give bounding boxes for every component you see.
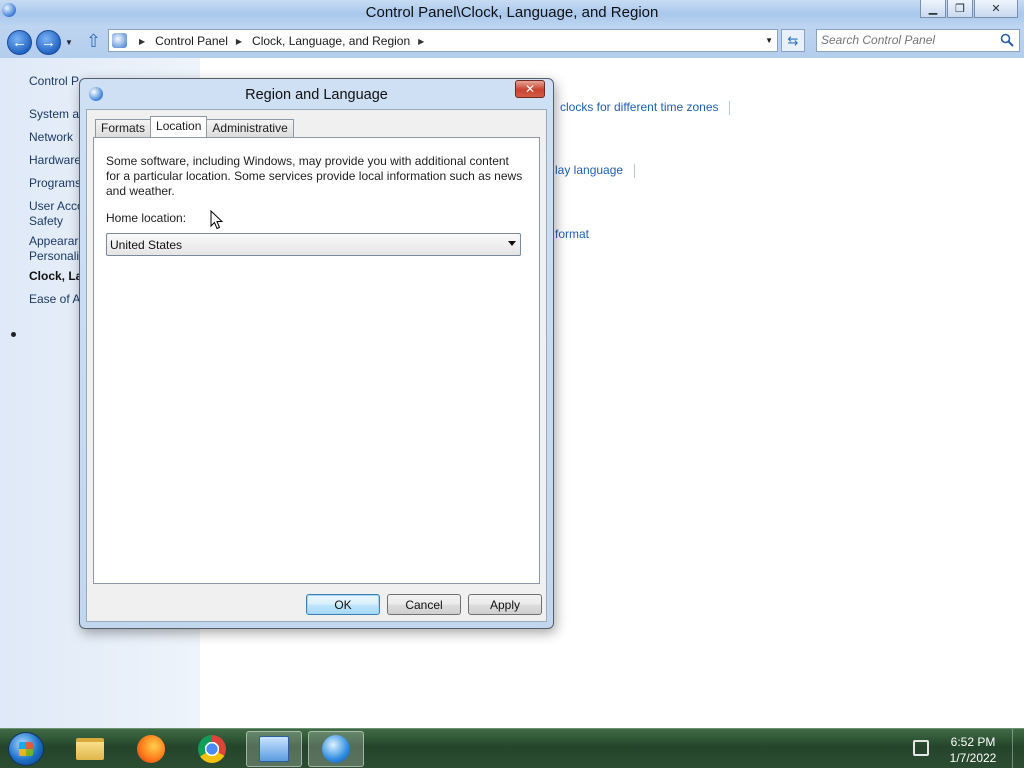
cancel-button[interactable]: Cancel [387, 594, 461, 615]
close-window-button[interactable]: ✕ [974, 0, 1018, 18]
address-dropdown-icon[interactable]: ▼ [765, 36, 773, 45]
link-change-format[interactable]: format [555, 227, 589, 241]
show-desktop-button[interactable] [1012, 729, 1024, 768]
refresh-button[interactable]: ⇆ [781, 29, 805, 52]
window-title: Control Panel\Clock, Language, and Regio… [365, 4, 659, 21]
taskbar-clock[interactable]: 6:52 PM 1/7/2022 [940, 734, 1006, 766]
location-description: Some software, including Windows, may pr… [106, 154, 523, 198]
breadcrumb-arrow-icon[interactable]: ▶ [139, 37, 145, 46]
back-arrow-icon: ← [12, 34, 27, 51]
home-location-select[interactable]: United States [106, 233, 521, 256]
link-separator [634, 164, 635, 178]
breadcrumb-arrow-icon[interactable]: ▶ [418, 37, 424, 46]
sidebar-item-system[interactable]: System a [29, 107, 79, 122]
link-separator [729, 101, 730, 115]
sidebar-item-user-accounts-line2[interactable]: Safety [29, 214, 63, 229]
restore-button[interactable]: ❐ [947, 0, 973, 18]
forward-arrow-icon: → [41, 34, 56, 51]
apply-button[interactable]: Apply [468, 594, 542, 615]
taskbar-region-and-language[interactable] [308, 731, 364, 767]
back-button[interactable]: ← [7, 30, 32, 55]
caption-buttons: ▁ ❐ ✕ [919, 0, 1018, 18]
control-panel-icon [259, 736, 289, 762]
sidebar-item-programs[interactable]: Programs [29, 176, 81, 191]
minimize-button[interactable]: ▁ [920, 0, 946, 18]
search-box[interactable] [816, 29, 1020, 52]
chrome-icon [198, 735, 226, 763]
firefox-icon [137, 735, 165, 763]
taskbar-chrome[interactable] [184, 731, 240, 767]
search-input[interactable] [821, 33, 996, 47]
dialog-close-button[interactable]: ✕ [515, 80, 545, 98]
tab-strip: Formats Location Administrative [95, 116, 294, 137]
start-button[interactable] [8, 732, 44, 766]
breadcrumb-clock-language-region[interactable]: Clock, Language, and Region [252, 34, 410, 48]
home-location-value: United States [110, 238, 183, 252]
chevron-down-icon [508, 241, 516, 246]
globe-clock-icon [322, 735, 350, 763]
link-display-language[interactable]: lay language [555, 163, 623, 177]
control-panel-icon [112, 33, 127, 48]
home-location-label: Home location: [106, 211, 187, 225]
navigation-bar: ← → ▼ ⇧ ▶ Control Panel ▶ Clock, Languag… [0, 26, 1024, 58]
clock-time: 6:52 PM [950, 735, 996, 749]
region-and-language-dialog: Region and Language ✕ Formats Location A… [79, 78, 554, 629]
sidebar-item-clock-language-region[interactable]: Clock, La [29, 269, 82, 284]
forward-button[interactable]: → [36, 30, 61, 55]
sidebar-item-ease-of-access[interactable]: Ease of A [29, 292, 80, 307]
restore-icon: ❐ [955, 3, 965, 15]
search-icon[interactable] [1000, 33, 1014, 47]
current-item-bullet [11, 332, 16, 337]
close-icon: ✕ [524, 82, 536, 96]
taskbar-control-panel[interactable] [246, 731, 302, 767]
recent-pages-dropdown[interactable]: ▼ [65, 38, 73, 47]
window-titlebar: Control Panel\Clock, Language, and Regio… [0, 0, 1024, 26]
sidebar-item-user-accounts[interactable]: User Acco [29, 199, 84, 214]
dialog-title: Region and Language [245, 87, 388, 103]
folder-icon [76, 738, 104, 760]
network-tray-icon[interactable] [913, 740, 929, 756]
address-bar[interactable]: ▶ Control Panel ▶ Clock, Language, and R… [108, 29, 778, 52]
sidebar-item-hardware[interactable]: Hardware [29, 153, 81, 168]
windows-logo-icon [19, 742, 33, 756]
link-add-clocks[interactable]: clocks for different time zones [560, 100, 719, 114]
sidebar-item-appearance[interactable]: Appearar [29, 234, 78, 249]
sidebar-item-network[interactable]: Network [29, 130, 73, 145]
sidebar-item-appearance-line2[interactable]: Personali [29, 249, 79, 264]
taskbar-firefox[interactable] [123, 731, 179, 767]
clock-date: 1/7/2022 [949, 751, 997, 765]
taskbar-windows-explorer[interactable] [62, 731, 118, 767]
up-arrow-icon[interactable]: ⇧ [86, 31, 101, 52]
tab-formats[interactable]: Formats [95, 119, 152, 137]
close-icon: ✕ [991, 3, 1001, 15]
ok-button[interactable]: OK [306, 594, 380, 615]
tab-location[interactable]: Location [150, 116, 208, 137]
dialog-body: Formats Location Administrative Some sof… [86, 109, 547, 622]
taskbar: 6:52 PM 1/7/2022 [0, 728, 1024, 768]
mouse-pointer-icon [210, 210, 224, 230]
refresh-icon: ⇆ [787, 32, 799, 48]
minimize-icon: ▁ [928, 3, 938, 15]
breadcrumb-control-panel[interactable]: Control Panel [155, 34, 228, 48]
location-tab-panel: Some software, including Windows, may pr… [93, 137, 540, 584]
sidebar-item-control-panel-home[interactable]: Control P [29, 74, 79, 89]
breadcrumb: ▶ Control Panel ▶ Clock, Language, and R… [131, 34, 434, 48]
tab-administrative[interactable]: Administrative [206, 119, 294, 137]
breadcrumb-arrow-icon[interactable]: ▶ [236, 37, 242, 46]
